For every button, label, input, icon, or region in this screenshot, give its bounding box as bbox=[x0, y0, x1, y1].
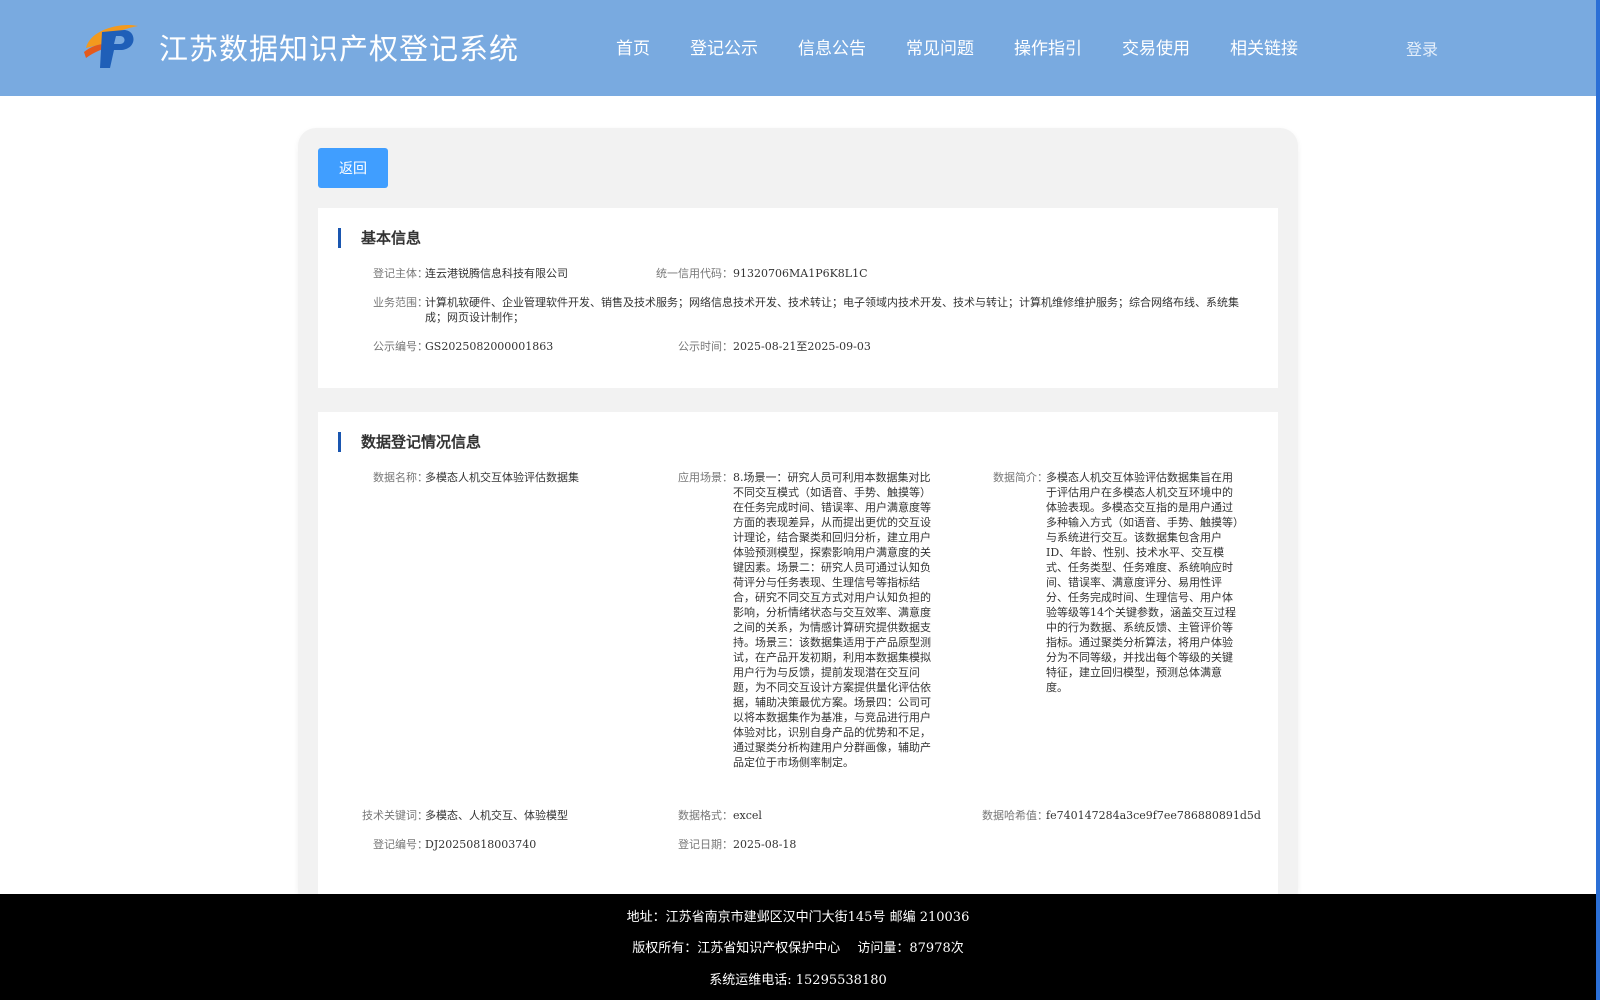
nav-announcements[interactable]: 信息公告 bbox=[798, 34, 866, 59]
reg-date-label: 登记日期： bbox=[678, 838, 733, 851]
credit-code-value: 91320706MA1P6K8L1C bbox=[733, 267, 868, 280]
hash-label: 数据哈希值： bbox=[982, 809, 1048, 822]
subject-label: 登记主体： bbox=[373, 267, 428, 280]
pub-no-label: 公示编号： bbox=[373, 340, 428, 353]
scene-label: 应用场景： bbox=[678, 471, 733, 484]
page-scrollbar[interactable] bbox=[1596, 0, 1600, 1000]
reg-no-value: DJ20250818003740 bbox=[425, 838, 537, 851]
basic-info-card: 基本信息 登记主体： 连云港锐腾信息科技有限公司 统一信用代码： 9132070… bbox=[318, 208, 1278, 388]
scope-label: 业务范围： bbox=[373, 296, 428, 309]
nav-links[interactable]: 相关链接 bbox=[1230, 34, 1298, 59]
pub-time-label: 公示时间： bbox=[678, 340, 733, 353]
nav-home[interactable]: 首页 bbox=[616, 34, 650, 59]
section-title-registration: 数据登记情况信息 bbox=[338, 432, 481, 452]
scope-value: 计算机软硬件、企业管理软件开发、销售及技术服务；网络信息技术开发、技术转让；电子… bbox=[425, 296, 1239, 324]
login-link[interactable]: 登录 bbox=[1406, 36, 1438, 60]
back-button[interactable]: 返回 bbox=[318, 148, 388, 188]
data-name-label: 数据名称： bbox=[373, 471, 428, 484]
nav-trade-use[interactable]: 交易使用 bbox=[1122, 34, 1190, 59]
footer-address: 地址：江苏省南京市建邺区汉中门大街145号 邮编 210036 bbox=[626, 910, 970, 925]
reg-date-value: 2025-08-18 bbox=[733, 838, 797, 851]
intro-value: 多模态人机交互体验评估数据集旨在用于评估用户在多模态人机交互环境中的体验表现。多… bbox=[1046, 471, 1239, 694]
detail-panel: 返回 基本信息 登记主体： 连云港锐腾信息科技有限公司 统一信用代码： 9132… bbox=[298, 128, 1298, 908]
top-header: 江苏数据知识产权登记系统 首页 登记公示 信息公告 常见问题 操作指引 交易使用… bbox=[0, 0, 1596, 96]
format-label: 数据格式： bbox=[678, 809, 733, 822]
logo-icon[interactable] bbox=[80, 18, 140, 72]
footer-copyright: 版权所有：江苏省知识产权保护中心 访问量：87978次 bbox=[632, 941, 964, 956]
footer-phone: 系统运维电话: 15295538180 bbox=[709, 973, 887, 988]
section-title-basic: 基本信息 bbox=[338, 228, 421, 248]
data-name-value: 多模态人机交互体验评估数据集 bbox=[425, 471, 579, 484]
keywords-label: 技术关键词： bbox=[362, 809, 428, 822]
nav-faq[interactable]: 常见问题 bbox=[906, 34, 974, 59]
credit-code-label: 统一信用代码： bbox=[656, 267, 733, 280]
nav-registration-public[interactable]: 登记公示 bbox=[690, 34, 758, 59]
reg-no-label: 登记编号： bbox=[373, 838, 428, 851]
intro-label: 数据简介： bbox=[993, 471, 1048, 484]
nav-guide[interactable]: 操作指引 bbox=[1014, 34, 1082, 59]
scene-value: 8.场景一：研究人员可利用本数据集对比不同交互模式（如语音、手势、触摸等）在任务… bbox=[733, 471, 931, 769]
hash-value: fe740147284a3ce9f7ee786880891d5d bbox=[1046, 809, 1261, 822]
registration-info-card: 数据登记情况信息 数据名称： 多模态人机交互体验评估数据集 应用场景： 8.场景… bbox=[318, 412, 1278, 908]
format-value: excel bbox=[733, 809, 762, 822]
subject-value: 连云港锐腾信息科技有限公司 bbox=[425, 267, 568, 280]
pub-no-value: GS2025082000001863 bbox=[425, 340, 554, 353]
keywords-value: 多模态、人机交互、体验模型 bbox=[425, 809, 568, 822]
pub-time-value: 2025-08-21至2025-09-03 bbox=[733, 340, 871, 353]
page-footer: 地址：江苏省南京市建邺区汉中门大街145号 邮编 210036 版权所有：江苏省… bbox=[0, 894, 1596, 1000]
site-title[interactable]: 江苏数据知识产权登记系统 bbox=[159, 26, 519, 68]
main-nav: 首页 登记公示 信息公告 常见问题 操作指引 交易使用 相关链接 bbox=[616, 34, 1338, 59]
